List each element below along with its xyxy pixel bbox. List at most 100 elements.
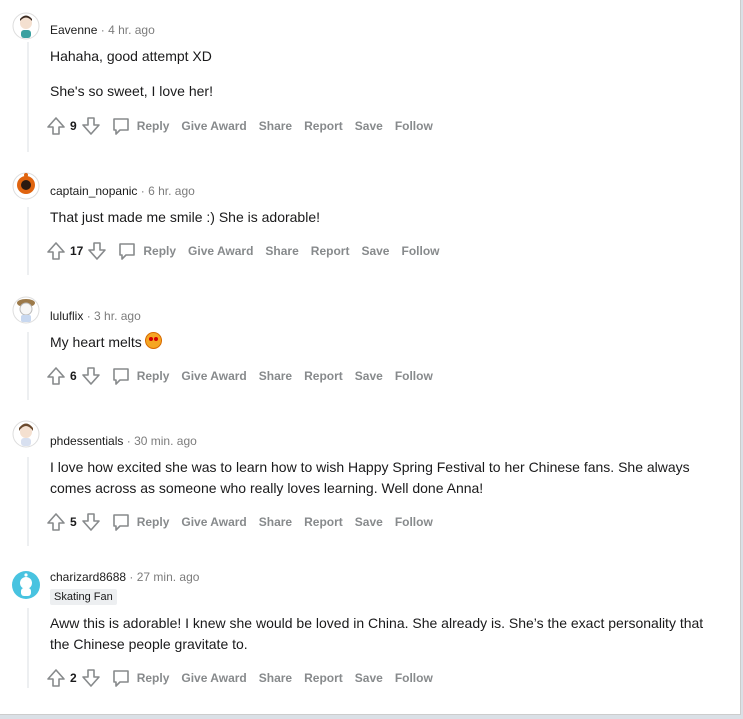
downvote-button[interactable] xyxy=(81,668,101,688)
upvote-icon xyxy=(47,513,65,531)
comment-actions: 2 Reply Give Award Share Report Save Fol… xyxy=(46,666,433,690)
comment-body: Aww this is adorable! I knew she would b… xyxy=(50,613,720,655)
separator: · xyxy=(100,23,105,37)
report-button[interactable]: Report xyxy=(304,671,343,685)
upvote-icon xyxy=(47,242,65,260)
report-button[interactable]: Report xyxy=(304,515,343,529)
comment-actions: 17 Reply Give Award Share Report Save Fo… xyxy=(46,239,439,263)
comment-body: That just made me smile :) She is adorab… xyxy=(50,207,720,228)
user-avatar-icon[interactable] xyxy=(12,420,40,448)
thread-line[interactable] xyxy=(27,42,29,152)
separator: · xyxy=(86,309,91,323)
thread-line[interactable] xyxy=(27,457,29,546)
vote-count: 5 xyxy=(70,515,77,529)
save-button[interactable]: Save xyxy=(361,244,389,258)
follow-button[interactable]: Follow xyxy=(395,119,433,133)
reply-label: Reply xyxy=(143,244,177,258)
reply-label: Reply xyxy=(136,515,170,529)
timestamp[interactable]: 27 min. ago xyxy=(137,570,200,584)
follow-button[interactable]: Follow xyxy=(395,515,433,529)
timestamp[interactable]: 4 hr. ago xyxy=(108,23,155,37)
downvote-icon xyxy=(81,367,100,385)
reply-label: Reply xyxy=(136,369,170,383)
give-award-button[interactable]: Give Award xyxy=(181,671,246,685)
downvote-button[interactable] xyxy=(81,512,101,532)
reply-button[interactable]: Reply xyxy=(111,116,169,136)
save-button[interactable]: Save xyxy=(355,369,383,383)
comments-panel: Eavenne · 4 hr. ago Hahaha, good attempt… xyxy=(0,0,741,715)
upvote-button[interactable] xyxy=(46,241,66,261)
separator: · xyxy=(140,184,145,198)
user-avatar-icon[interactable] xyxy=(12,172,40,200)
comment-meta: Eavenne · 4 hr. ago xyxy=(50,22,155,38)
comment-icon xyxy=(112,118,129,135)
timestamp[interactable]: 3 hr. ago xyxy=(94,309,141,323)
timestamp[interactable]: 6 hr. ago xyxy=(148,184,195,198)
vote-count: 2 xyxy=(70,671,77,685)
follow-button[interactable]: Follow xyxy=(401,244,439,258)
thread-line[interactable] xyxy=(27,608,29,688)
share-button[interactable]: Share xyxy=(259,515,292,529)
comment-text: Aww this is adorable! I knew she would b… xyxy=(50,615,704,652)
user-flair: Skating Fan xyxy=(50,589,117,605)
downvote-button[interactable] xyxy=(81,116,101,136)
downvote-icon xyxy=(88,242,107,260)
give-award-button[interactable]: Give Award xyxy=(188,244,253,258)
report-button[interactable]: Report xyxy=(304,369,343,383)
upvote-button[interactable] xyxy=(46,366,66,386)
reply-button[interactable]: Reply xyxy=(111,668,169,688)
timestamp[interactable]: 30 min. ago xyxy=(134,434,197,448)
username[interactable]: captain_nopanic xyxy=(50,184,137,198)
give-award-button[interactable]: Give Award xyxy=(181,119,246,133)
give-award-button[interactable]: Give Award xyxy=(181,369,246,383)
upvote-button[interactable] xyxy=(46,512,66,532)
upvote-button[interactable] xyxy=(46,116,66,136)
comment-actions: 9 Reply Give Award Share Report Save Fol… xyxy=(46,114,433,138)
user-avatar-icon[interactable] xyxy=(12,12,40,40)
reply-button[interactable]: Reply xyxy=(111,366,170,386)
upvote-button[interactable] xyxy=(46,668,66,688)
downvote-icon xyxy=(81,669,100,687)
thread-line[interactable] xyxy=(27,332,29,400)
comment-text: That just made me smile :) She is adorab… xyxy=(50,209,321,225)
report-button[interactable]: Report xyxy=(311,244,350,258)
comment-actions: 6 Reply Give Award Share Report Save Fol… xyxy=(46,364,433,388)
reply-button[interactable]: Reply xyxy=(111,512,170,532)
comment-text: My heart melts xyxy=(50,334,142,350)
separator: · xyxy=(126,434,131,448)
share-button[interactable]: Share xyxy=(265,244,298,258)
comment-body: Hahaha, good attempt XD She's so sweet, … xyxy=(50,46,720,102)
follow-button[interactable]: Follow xyxy=(395,369,433,383)
reply-button[interactable]: Reply xyxy=(117,241,176,261)
save-button[interactable]: Save xyxy=(355,119,383,133)
comment-icon xyxy=(112,368,129,385)
comment-body: My heart melts xyxy=(50,332,720,353)
save-button[interactable]: Save xyxy=(355,671,383,685)
save-button[interactable]: Save xyxy=(355,515,383,529)
follow-button[interactable]: Follow xyxy=(395,671,433,685)
comment-text: I love how excited she was to learn how … xyxy=(50,459,690,496)
comment-meta: phdessentials · 30 min. ago xyxy=(50,433,197,449)
downvote-icon xyxy=(81,117,100,135)
comment-icon xyxy=(119,243,136,260)
share-button[interactable]: Share xyxy=(259,369,292,383)
username[interactable]: Eavenne xyxy=(50,23,97,37)
user-avatar-icon[interactable] xyxy=(12,571,40,599)
comment-icon xyxy=(112,670,129,687)
downvote-button[interactable] xyxy=(81,366,101,386)
user-avatar-icon[interactable] xyxy=(12,296,40,324)
downvote-button[interactable] xyxy=(87,241,107,261)
star-struck-emoji-icon xyxy=(144,332,162,349)
share-button[interactable]: Share xyxy=(259,119,292,133)
report-button[interactable]: Report xyxy=(304,119,343,133)
give-award-button[interactable]: Give Award xyxy=(181,515,246,529)
username[interactable]: luluflix xyxy=(50,309,83,323)
username[interactable]: charizard8688 xyxy=(50,570,126,584)
vote-count: 6 xyxy=(70,369,77,383)
username[interactable]: phdessentials xyxy=(50,434,123,448)
upvote-icon xyxy=(47,117,65,135)
thread-line[interactable] xyxy=(27,207,29,275)
comment-body: I love how excited she was to learn how … xyxy=(50,457,720,499)
share-button[interactable]: Share xyxy=(259,671,292,685)
comment-icon xyxy=(112,514,129,531)
